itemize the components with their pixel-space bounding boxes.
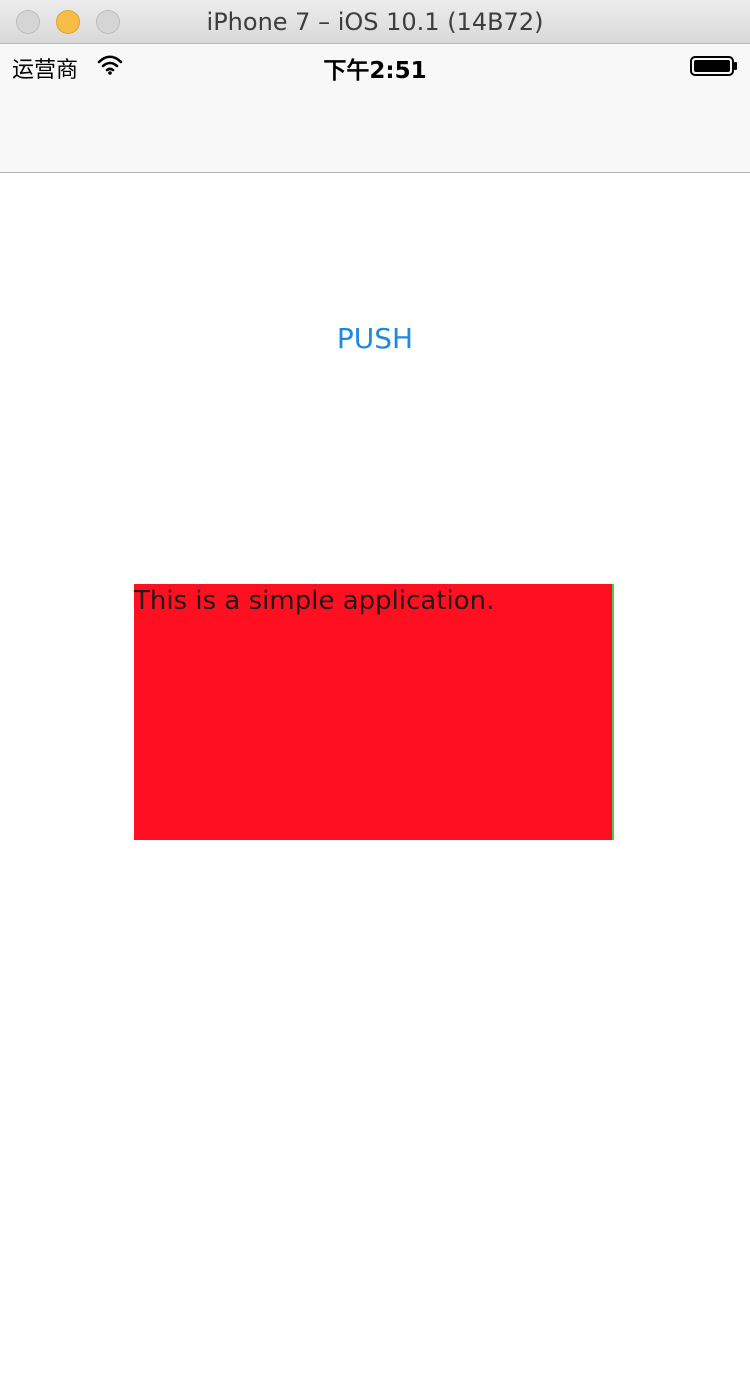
battery-icon — [690, 56, 737, 76]
window-titlebar: iPhone 7 – iOS 10.1 (14B72) — [0, 0, 750, 44]
simulator-window: iPhone 7 – iOS 10.1 (14B72) 运营商 下午2:51 P… — [0, 0, 750, 1378]
window-title: iPhone 7 – iOS 10.1 (14B72) — [206, 8, 544, 36]
panel-text: This is a simple application. — [134, 586, 495, 616]
status-time: 下午2:51 — [323, 58, 427, 84]
red-panel: This is a simple application. — [134, 584, 614, 840]
navigation-bar: 运营商 下午2:51 — [0, 44, 750, 173]
push-button[interactable]: PUSH — [300, 316, 450, 362]
